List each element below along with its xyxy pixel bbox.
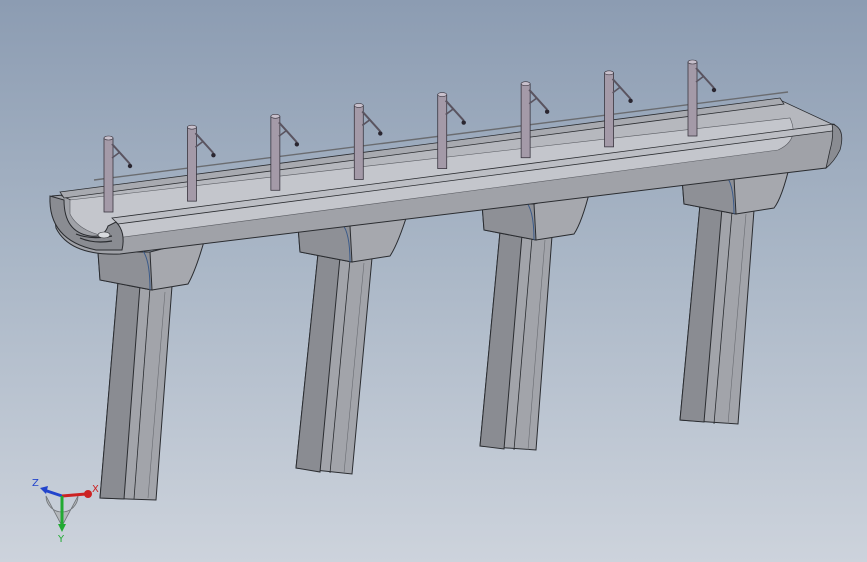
pole-bracket: [111, 143, 131, 165]
pole-cap: [353, 103, 364, 108]
pier-3[interactable]: [479, 231, 553, 451]
insulator-icon: [628, 98, 633, 104]
3d-viewport[interactable]: Z X Y: [0, 0, 867, 562]
pier-1[interactable]: [99, 281, 173, 501]
pole-cap: [103, 135, 114, 141]
insulator-icon: [211, 152, 216, 158]
pole-shaft: [520, 83, 531, 159]
pole-shaft: [687, 61, 698, 137]
pole-cap: [270, 113, 281, 119]
pole-bracket: [611, 78, 632, 100]
insulator-icon: [378, 131, 383, 136]
z-axis-label: Z: [32, 478, 39, 489]
pole-bracket: [194, 132, 215, 154]
pier-2[interactable]: [295, 253, 373, 475]
insulator-icon: [461, 120, 466, 125]
pole-bracket: [278, 121, 298, 143]
pole-cap: [187, 124, 197, 130]
x-axis-label: X: [92, 484, 99, 495]
pier-4[interactable]: [679, 204, 755, 425]
pole-cap: [437, 92, 448, 97]
pole-shaft: [270, 115, 281, 191]
insulator-icon: [711, 87, 717, 93]
insulator-icon: [127, 163, 133, 169]
orientation-triad[interactable]: Z X Y: [32, 478, 99, 545]
pole-shaft: [353, 105, 364, 180]
pole-bracket: [528, 89, 548, 111]
pole-shaft: [437, 94, 448, 169]
insulator-icon: [294, 142, 300, 147]
model-canvas[interactable]: Z X Y: [0, 0, 867, 562]
pole-bracket: [695, 67, 715, 89]
pole-cap: [687, 59, 698, 65]
x-arrow-icon: [84, 490, 92, 498]
pole-bracket: [361, 110, 382, 133]
pole-cap: [604, 70, 614, 76]
pole-cap: [520, 81, 531, 87]
z-arrow-icon: [40, 486, 48, 494]
pole-bracket: [444, 99, 465, 122]
x-axis: [61, 492, 87, 498]
y-arrow-icon: [58, 524, 66, 532]
y-axis-label: Y: [57, 534, 65, 545]
insulator-icon: [544, 109, 550, 114]
pole-shaft: [103, 137, 114, 213]
pole-shaft: [187, 126, 197, 202]
pole-shaft: [604, 72, 614, 148]
